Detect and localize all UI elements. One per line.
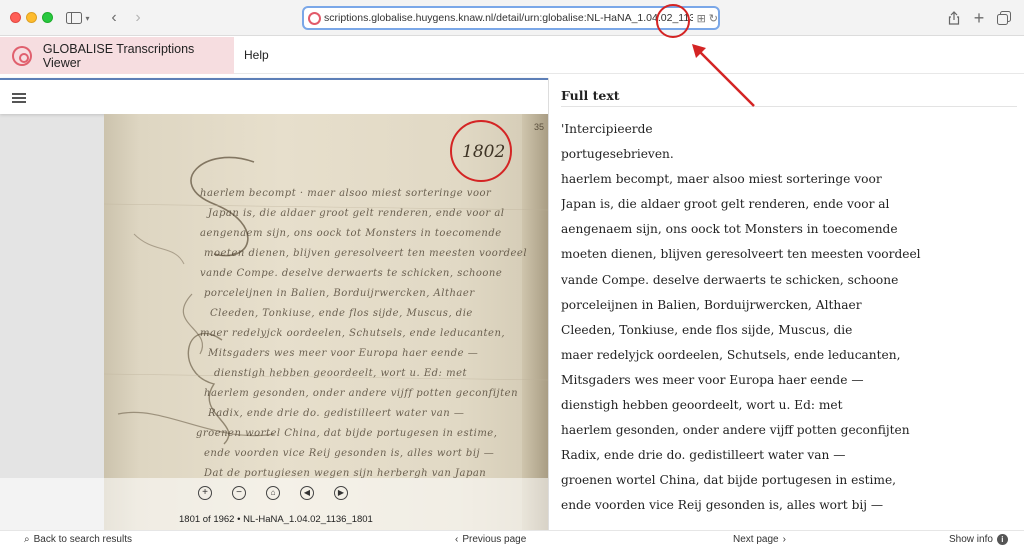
- show-info-button[interactable]: Show info i: [949, 534, 1008, 545]
- tabs-overview-icon[interactable]: [996, 8, 1012, 28]
- manuscript-scan[interactable]: 35 1802 haerlem becompt · maer alsoo mie…: [104, 114, 548, 530]
- transcription-line: Cleeden, Tonkiuse, ende flos sijde, Musc…: [561, 322, 853, 337]
- handwriting-line: aengenaem sijn, ons oock tot Monsters in…: [200, 228, 502, 239]
- share-icon[interactable]: [946, 8, 962, 28]
- maximize-window-button[interactable]: [42, 12, 53, 23]
- transcription-lines: 'Intercipieerde portugesebrieven. haerle…: [561, 121, 1021, 523]
- page-caption: 1801 of 1962 • NL-HaNA_1.04.02_1136_1801: [179, 514, 373, 525]
- handwriting-line: moeten dienen, blijven geresolveert ten …: [204, 248, 528, 259]
- site-favicon-icon: [308, 11, 321, 25]
- next-page-label: Next page: [733, 534, 779, 545]
- url-prefix: scriptions.globalise.huygens.knaw.nl/det…: [324, 12, 693, 24]
- transcription-line: 'Intercipieerde: [561, 122, 653, 136]
- transcription-line: groenen wortel China, dat bijde portuges…: [561, 473, 897, 488]
- info-icon: i: [996, 534, 1008, 545]
- minimize-window-button[interactable]: [26, 12, 37, 23]
- translate-icon[interactable]: ⊞: [697, 12, 706, 25]
- full-text-heading: Full text: [561, 88, 620, 103]
- new-tab-button[interactable]: +: [971, 8, 987, 28]
- transcription-line: vande Compe. deselve derwaerts te schick…: [561, 272, 899, 287]
- transcription-line: maer redelyjck oordeelen, Schutsels, end…: [561, 347, 901, 362]
- transcription-line: Radix, ende drie do. gedistilleert water…: [561, 448, 846, 463]
- handwriting-line: Mitsgaders wes meer voor Europa haer een…: [208, 348, 479, 359]
- next-page-button[interactable]: Next page ›: [733, 534, 786, 545]
- handwriting-line: haerlem becompt · maer alsoo miest sorte…: [200, 188, 492, 199]
- plus-icon: +: [973, 7, 985, 28]
- page-footer: ⌕ Back to search results ‹ Previous page…: [0, 530, 1024, 548]
- back-to-search-label: Back to search results: [33, 534, 132, 545]
- handwriting-line: dienstigh hebben geoordeelt, wort u. Ed:…: [214, 368, 468, 379]
- close-window-button[interactable]: [10, 12, 21, 23]
- transcription-line: ende voorden vice Reij gesonden is, alle…: [561, 498, 884, 513]
- transcription-line: Mitsgaders wes meer voor Europa haer een…: [561, 372, 864, 387]
- menu-icon[interactable]: [12, 93, 26, 103]
- transcription-line: porceleijnen in Balien, Borduijrwercken,…: [561, 297, 862, 312]
- transcription-line: portugesebrieven.: [561, 147, 674, 162]
- reset-view-button[interactable]: ⌂: [266, 486, 280, 500]
- handwriting-line: Cleeden, Tonkiuse, ende flos sijde, Musc…: [210, 308, 473, 319]
- annotation-arrow-icon: [692, 44, 755, 107]
- globalise-logo-icon: [12, 45, 32, 66]
- search-icon: ⌕: [24, 534, 30, 545]
- zoom-out-button[interactable]: −: [232, 486, 246, 500]
- forward-button[interactable]: ›: [130, 8, 146, 28]
- handwriting-line: groenen wortel China, dat bijde portuges…: [196, 428, 498, 439]
- handwriting-line: haerlem gesonden, onder andere vijff pot…: [204, 388, 519, 399]
- previous-page-label: Previous page: [462, 534, 527, 545]
- transcription-line: dienstigh hebben geoordeelt, wort u. Ed:…: [561, 398, 843, 413]
- brand-home-link[interactable]: GLOBALISE Transcriptions Viewer: [0, 37, 234, 74]
- rotate-right-button[interactable]: ▶: [334, 486, 348, 500]
- url-text: scriptions.globalise.huygens.knaw.nl/det…: [324, 12, 693, 24]
- brand-name: GLOBALISE Transcriptions Viewer: [42, 41, 195, 70]
- viewer-toolbar: [0, 78, 548, 114]
- rotate-left-button[interactable]: ◀: [300, 486, 314, 500]
- app-header: GLOBALISE Transcriptions Viewer Help: [0, 37, 1024, 74]
- annotation-circle-url: [656, 4, 690, 38]
- transcription-line: Japan is, die aldaer groot gelt renderen…: [561, 197, 890, 212]
- handwriting-line: ende voorden vice Reij gesonden is, alle…: [204, 448, 495, 459]
- back-button[interactable]: ‹: [106, 8, 122, 28]
- full-text-panel: Full text 'Intercipieerde portugesebriev…: [548, 78, 1024, 530]
- reload-icon[interactable]: ↻: [709, 12, 718, 25]
- previous-page-button[interactable]: ‹ Previous page: [455, 534, 526, 545]
- transcription-line: aengenaem sijn, ons oock tot Monsters in…: [561, 222, 898, 237]
- minus-icon: −: [236, 487, 242, 498]
- transcription-line: haerlem gesonden, onder andere vijff pot…: [561, 423, 910, 438]
- chevron-left-icon: ‹: [111, 9, 117, 26]
- handwriting-line: vande Compe. deselve derwaerts te schick…: [200, 268, 503, 279]
- handwriting-line: porceleijnen in Balien, Borduijrwercken,…: [204, 288, 475, 299]
- annotation-circle-folio: [450, 120, 512, 182]
- plus-icon: +: [202, 487, 208, 498]
- handwriting-line: Japan is, die aldaer groot gelt renderen…: [208, 208, 505, 219]
- chevron-left-icon: ◀: [303, 488, 311, 497]
- show-info-label: Show info: [949, 534, 993, 545]
- handwriting-line: maer redelyjck oordeelen, Schutsels, end…: [200, 328, 506, 339]
- chevron-right-icon: ›: [135, 9, 141, 26]
- transcription-line: moeten dienen, blijven geresolveert ten …: [561, 247, 921, 262]
- help-link[interactable]: Help: [244, 48, 269, 62]
- chevron-left-icon: ‹: [455, 534, 459, 545]
- viewer-controls: + − ⌂ ◀ ▶ 1801 of 1962 • NL-HaNA_1.04.02…: [0, 478, 548, 530]
- home-icon: ⌂: [270, 488, 276, 497]
- chevron-right-icon: ▶: [337, 488, 345, 497]
- browser-toolbar: ▾ ‹ › scriptions.globalise.huygens.knaw.…: [0, 0, 1024, 36]
- handwriting-line: Radix, ende drie do. gedistilleert water…: [208, 408, 465, 419]
- zoom-in-button[interactable]: +: [198, 486, 212, 500]
- divider: [561, 106, 1017, 107]
- back-to-search-link[interactable]: ⌕ Back to search results: [24, 534, 132, 545]
- image-viewer[interactable]: 35 1802 haerlem becompt · maer alsoo mie…: [0, 78, 548, 530]
- chevron-down-icon: ▾: [85, 13, 90, 23]
- transcription-line: haerlem becompt, maer alsoo miest sorter…: [561, 172, 882, 187]
- chevron-right-icon: ›: [782, 534, 786, 545]
- sidebar-icon[interactable]: ▾: [64, 8, 92, 28]
